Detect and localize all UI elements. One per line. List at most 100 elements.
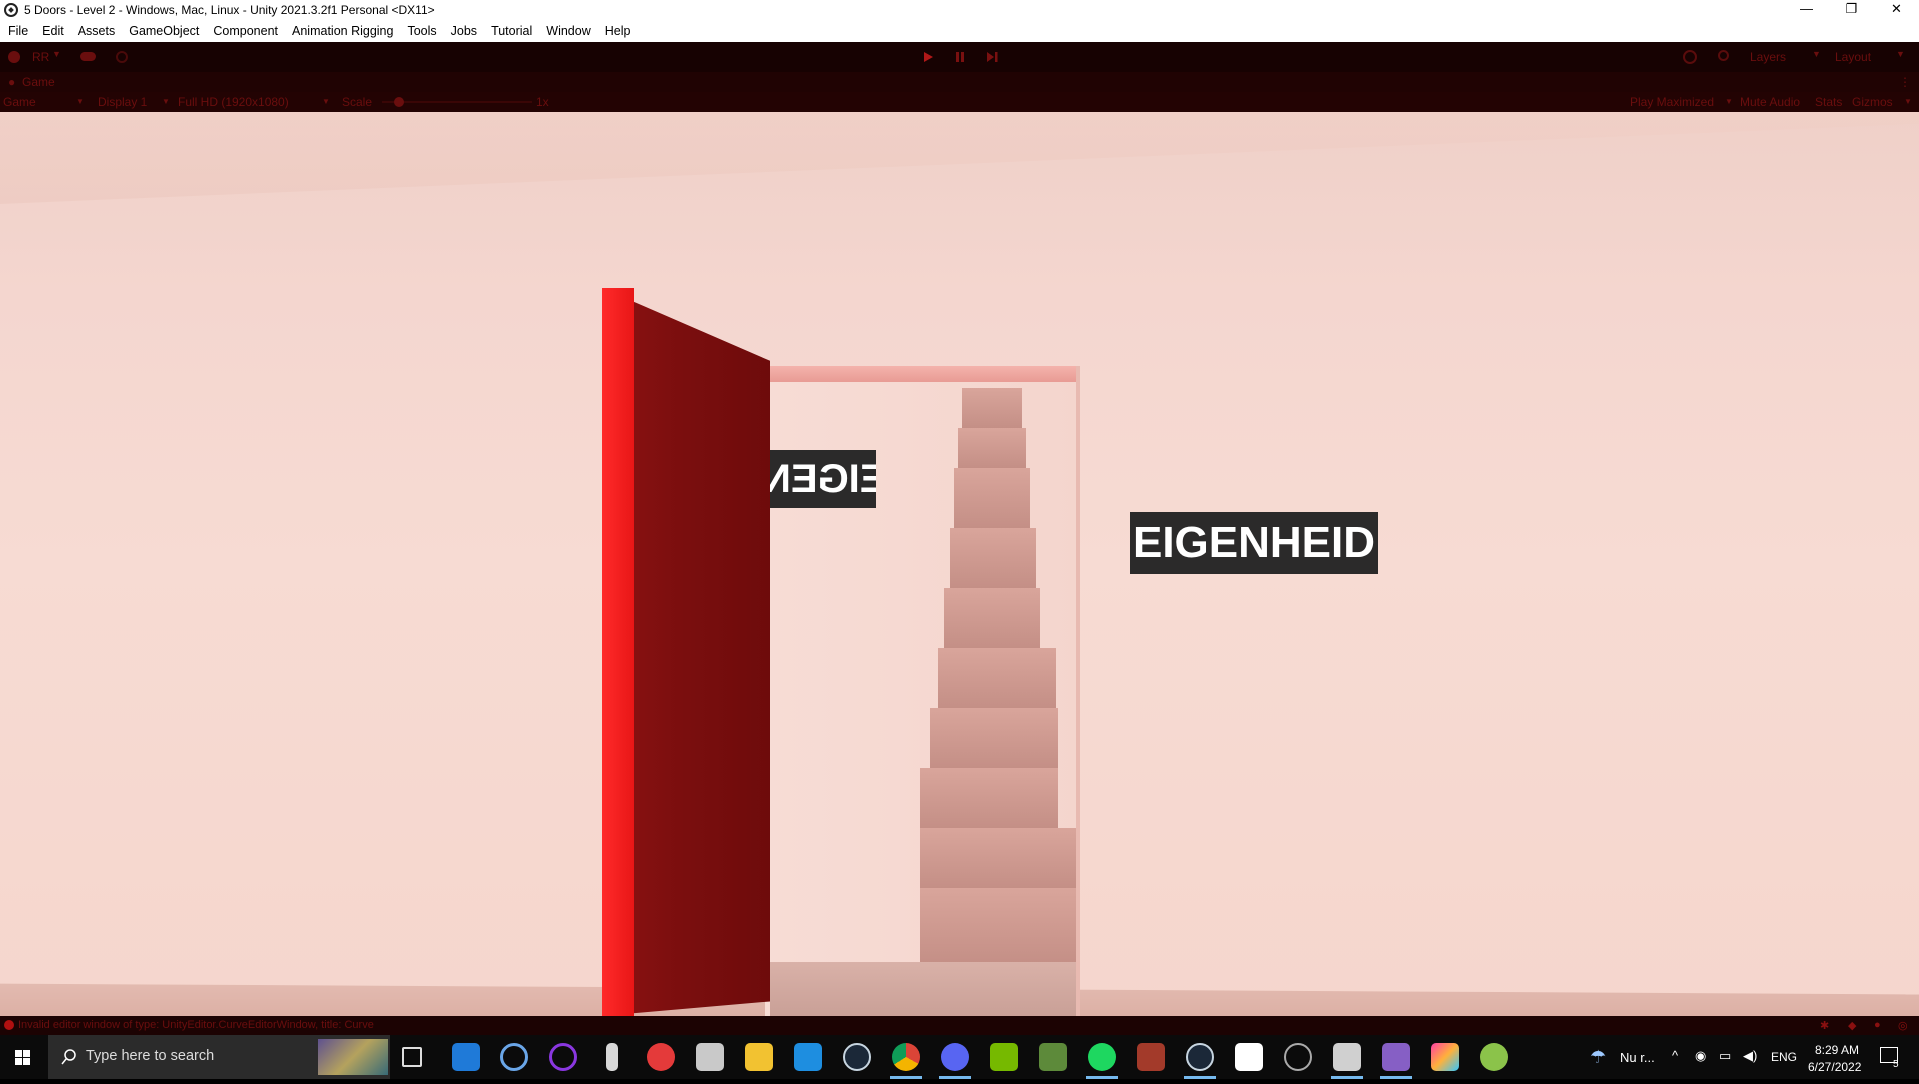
notion-icon[interactable]	[1235, 1043, 1263, 1071]
play-button[interactable]	[916, 49, 940, 65]
scale-value: 1x	[536, 95, 549, 109]
menu-window[interactable]: Window	[546, 24, 590, 38]
layout-chevron-icon: ▼	[1896, 49, 1905, 59]
cortana-icon[interactable]	[549, 1043, 577, 1071]
gizmos-chevron-icon: ▼	[1904, 97, 1912, 106]
menu-help[interactable]: Help	[605, 24, 631, 38]
account-button[interactable]: RR	[32, 50, 49, 64]
account-dropdown-icon[interactable]: ▼	[52, 49, 61, 59]
android-studio-icon[interactable]	[1480, 1043, 1508, 1071]
menu-animation-rigging[interactable]: Animation Rigging	[292, 24, 393, 38]
spotify-icon[interactable]	[1088, 1043, 1116, 1071]
menu-jobs[interactable]: Jobs	[451, 24, 477, 38]
task-view-icon[interactable]	[402, 1047, 422, 1067]
view-select[interactable]: Game	[3, 95, 36, 109]
collab-icon[interactable]	[116, 51, 128, 63]
search-icon	[61, 1049, 76, 1065]
console-message[interactable]: Invalid editor window of type: UnityEdit…	[18, 1019, 374, 1031]
tab-menu-icon[interactable]: ⋮	[1899, 75, 1911, 89]
account-icon[interactable]	[8, 51, 20, 63]
restore-button[interactable]: ❐	[1829, 0, 1874, 20]
file-explorer-icon[interactable]	[745, 1043, 773, 1071]
taskbar-search[interactable]: Type here to search	[48, 1035, 390, 1079]
network-icon[interactable]: ▭	[1719, 1048, 1731, 1064]
gizmos-toggle[interactable]: Gizmos	[1852, 95, 1893, 109]
window-title: 5 Doors - Level 2 - Windows, Mac, Linux …	[24, 3, 435, 17]
onedrive-icon[interactable]: ◉	[1695, 1048, 1706, 1064]
clock-time[interactable]: 8:29 AM	[1815, 1043, 1859, 1057]
game-tab[interactable]: Game	[22, 75, 55, 89]
show-hidden-icons-chevron-icon[interactable]: ^	[1672, 1048, 1678, 1063]
minimize-button[interactable]: —	[1784, 0, 1829, 20]
menu-assets[interactable]: Assets	[78, 24, 116, 38]
menu-file[interactable]: File	[8, 24, 28, 38]
console-status-bar[interactable]: Invalid editor window of type: UnityEdit…	[0, 1016, 1919, 1035]
pause-icon	[956, 52, 964, 62]
ubisoft-icon[interactable]	[500, 1043, 528, 1071]
photo-editor-icon[interactable]	[1431, 1043, 1459, 1071]
layers-dropdown[interactable]: Layers	[1750, 50, 1786, 64]
winrar-icon[interactable]	[1137, 1043, 1165, 1071]
visual-studio-icon[interactable]	[1382, 1043, 1410, 1071]
play-maximized-toggle[interactable]: Play Maximized	[1630, 95, 1714, 109]
step-button[interactable]	[980, 49, 1004, 65]
layout-dropdown[interactable]: Layout	[1835, 50, 1871, 64]
stair-step	[920, 768, 1058, 828]
steam-running-icon[interactable]	[1186, 1043, 1214, 1071]
nvidia-icon[interactable]	[990, 1043, 1018, 1071]
menu-gameobject[interactable]: GameObject	[129, 24, 199, 38]
unity-logo-icon	[4, 3, 18, 17]
game-viewport[interactable]: EIGEN EIGENHEID	[0, 112, 1919, 1016]
menu-edit[interactable]: Edit	[42, 24, 64, 38]
start-button[interactable]	[0, 1035, 46, 1079]
todo-app-icon[interactable]	[452, 1043, 480, 1071]
mute-audio-toggle[interactable]: Mute Audio	[1740, 95, 1800, 109]
scale-slider[interactable]	[382, 101, 532, 103]
stair-step	[930, 708, 1058, 768]
door-jamb	[1076, 366, 1080, 1016]
obs-icon[interactable]	[1284, 1043, 1312, 1071]
error-icon	[4, 1020, 14, 1030]
pause-button[interactable]	[948, 49, 972, 65]
stair-step	[944, 588, 1040, 648]
bug-icon[interactable]: ✱	[1820, 1019, 1829, 1032]
play-maximized-chevron-icon: ▼	[1725, 97, 1733, 106]
cloud-icon[interactable]	[80, 52, 96, 61]
skyrim-icon[interactable]	[606, 1043, 618, 1071]
stair-step	[950, 528, 1036, 588]
unity-hub-icon[interactable]	[1333, 1043, 1361, 1071]
photos-app-icon[interactable]	[696, 1043, 724, 1071]
volume-icon[interactable]: ◀)	[1743, 1048, 1757, 1064]
menu-tools[interactable]: Tools	[407, 24, 436, 38]
display-chevron-icon: ▼	[162, 97, 170, 106]
red-door-edge	[602, 288, 634, 1016]
stats-toggle[interactable]: Stats	[1815, 95, 1842, 109]
ea-app-icon[interactable]	[647, 1043, 675, 1071]
search-icon[interactable]	[1718, 50, 1729, 61]
display-select[interactable]: Display 1	[98, 95, 147, 109]
discord-icon[interactable]	[941, 1043, 969, 1071]
scale-slider-handle[interactable]	[394, 97, 404, 107]
history-icon[interactable]	[1683, 50, 1697, 64]
mail-icon[interactable]	[794, 1043, 822, 1071]
layers-chevron-icon: ▼	[1812, 49, 1821, 59]
steam-icon[interactable]	[843, 1043, 871, 1071]
weather-icon[interactable]: ☂	[1590, 1047, 1606, 1068]
scale-label: Scale	[342, 95, 373, 109]
game-tab-icon: ●	[8, 75, 16, 89]
stair-step	[958, 428, 1026, 468]
menu-tutorial[interactable]: Tutorial	[491, 24, 532, 38]
close-button[interactable]: ✕	[1874, 0, 1919, 20]
language-indicator[interactable]: ENG	[1771, 1050, 1797, 1064]
notification-count: 5	[1893, 1059, 1899, 1070]
clock-date[interactable]: 6/27/2022	[1808, 1060, 1861, 1074]
minecraft-icon[interactable]	[1039, 1043, 1067, 1071]
auto-generate-icon: ◎	[1898, 1020, 1908, 1032]
chrome-icon[interactable]	[892, 1043, 920, 1071]
ceiling	[0, 112, 1919, 204]
resolution-select[interactable]: Full HD (1920x1080)	[178, 95, 289, 109]
mirrored-sign: EIGEN	[770, 450, 876, 508]
stair-step	[920, 828, 1078, 888]
weather-text[interactable]: Nu r...	[1620, 1050, 1655, 1065]
menu-component[interactable]: Component	[213, 24, 278, 38]
